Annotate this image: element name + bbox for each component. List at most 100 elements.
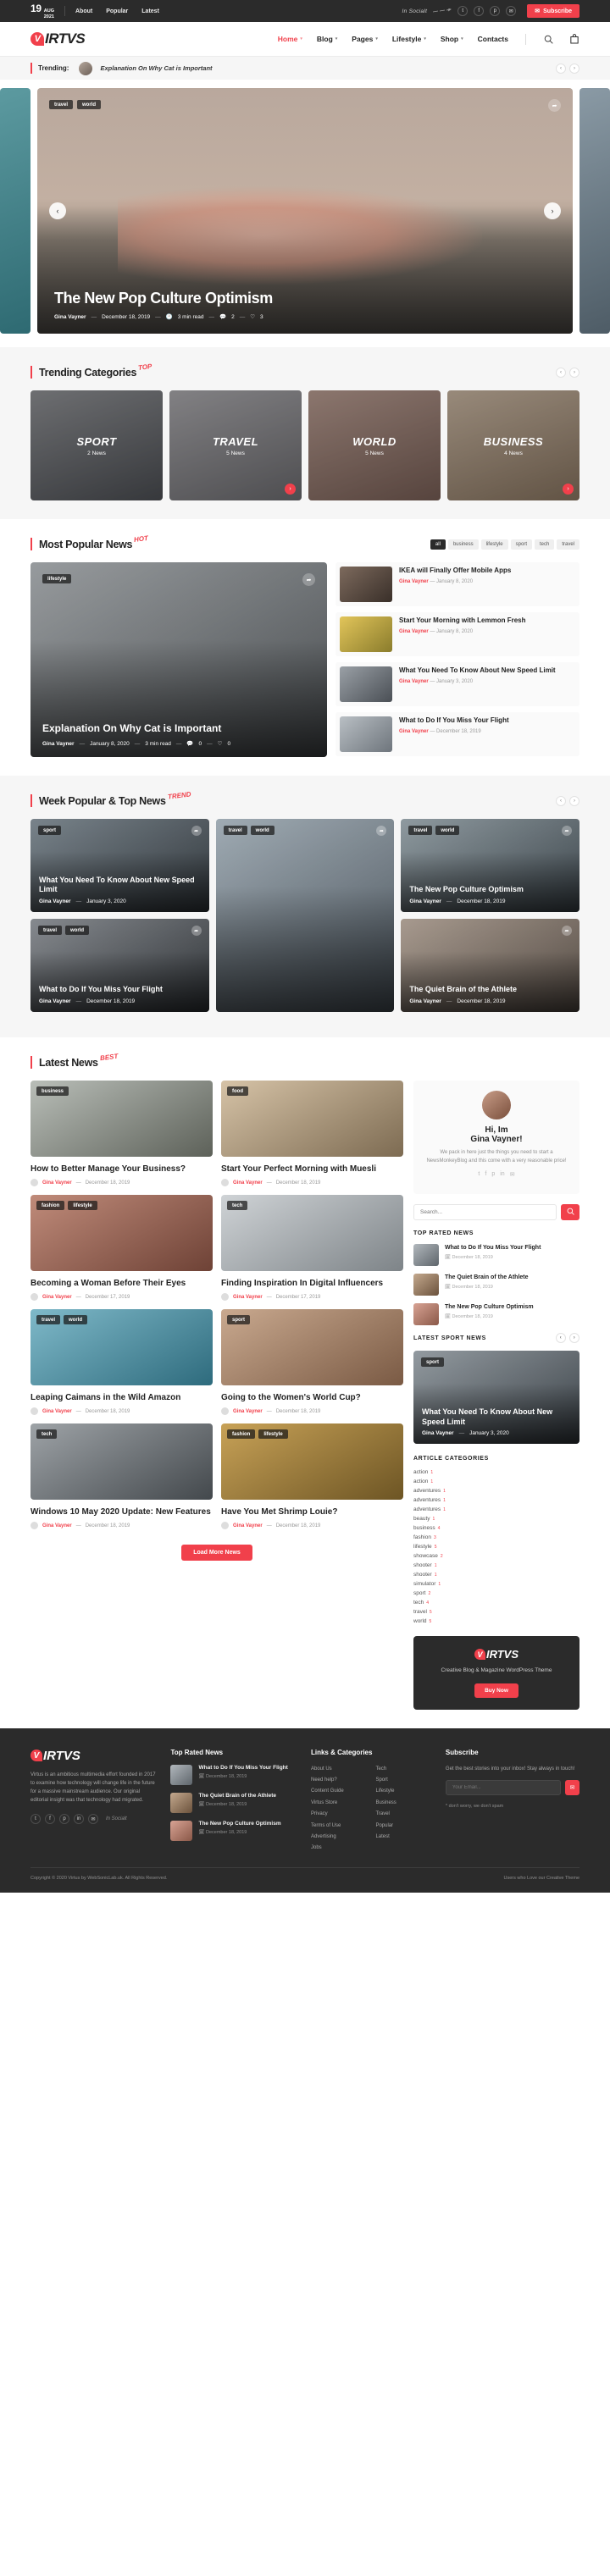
top-link-about[interactable]: About xyxy=(75,8,92,14)
week-card-pop-culture[interactable]: travel world ➦ The New Pop Culture Optimi… xyxy=(401,819,580,912)
post-title[interactable]: Start Your Perfect Morning with Muesli xyxy=(221,1164,403,1175)
tab-lifestyle[interactable]: lifestyle xyxy=(480,539,508,550)
tag[interactable]: sport xyxy=(421,1357,444,1368)
pinterest-icon[interactable]: p xyxy=(490,6,501,16)
category-card-business[interactable]: BUSINESS 4 News › xyxy=(447,390,580,500)
hero-author[interactable]: Gina Vayner xyxy=(54,314,86,320)
footer-link[interactable]: Virtus Store xyxy=(311,1799,369,1808)
post-title[interactable]: Becoming a Woman Before Their Eyes xyxy=(30,1278,213,1289)
tag[interactable]: travel xyxy=(223,826,247,835)
footer-link[interactable]: Travel xyxy=(375,1810,433,1819)
cart-icon[interactable] xyxy=(568,34,580,45)
item-author[interactable]: Gina Vayner xyxy=(399,729,429,734)
tab-sport[interactable]: sport xyxy=(510,539,532,550)
footer-link[interactable]: Need help? xyxy=(311,1776,369,1785)
tag[interactable]: business xyxy=(36,1086,69,1096)
post-author[interactable]: Gina Vayner xyxy=(233,1295,263,1300)
category-row[interactable]: tech 4 xyxy=(413,1600,580,1606)
footer-link[interactable]: Lifestyle xyxy=(375,1787,433,1796)
post-card[interactable]: tech Finding Inspiration In Digital Infl… xyxy=(221,1195,403,1301)
post-title[interactable]: Leaping Caimans in the Wild Amazon xyxy=(30,1392,213,1403)
sport-prev-button[interactable]: ‹ xyxy=(556,1333,566,1344)
card-title[interactable]: The Quiet Brain of the Athlete xyxy=(409,985,571,995)
twitter-icon[interactable]: t xyxy=(30,1814,41,1825)
hero-title[interactable]: The New Pop Culture Optimism xyxy=(54,290,556,307)
category-row[interactable]: shooter 1 xyxy=(413,1562,580,1568)
tag[interactable]: travel xyxy=(36,1315,61,1324)
category-card-sport[interactable]: SPORT 2 News xyxy=(30,390,163,500)
footer-link[interactable]: Popular xyxy=(375,1821,433,1831)
tag[interactable]: food xyxy=(227,1086,248,1096)
tag[interactable]: lifestyle xyxy=(258,1429,288,1439)
facebook-icon[interactable]: f xyxy=(485,1171,486,1178)
footer-link[interactable]: Business xyxy=(375,1799,433,1808)
nav-item-shop[interactable]: Shop ▾ xyxy=(441,35,463,43)
hero-tag-world[interactable]: world xyxy=(77,100,102,109)
category-row[interactable]: showcase 2 xyxy=(413,1553,580,1559)
site-logo[interactable]: V IRTVS xyxy=(30,30,86,47)
nav-item-home[interactable]: Home ▾ xyxy=(278,35,302,43)
footer-link[interactable]: Tech xyxy=(375,1765,433,1774)
post-card[interactable]: fashion lifestyle Becoming a Woman Before… xyxy=(30,1195,213,1301)
post-title[interactable]: Have You Met Shrimp Louie? xyxy=(221,1506,403,1517)
tag[interactable]: lifestyle xyxy=(68,1201,97,1210)
tag[interactable]: fashion xyxy=(36,1201,65,1210)
card-title[interactable]: What You Need To Know About New Speed Li… xyxy=(422,1407,571,1427)
post-author[interactable]: Gina Vayner xyxy=(42,1409,72,1414)
item-title[interactable]: The Quiet Brain of the Athlete xyxy=(198,1793,276,1800)
top-link-popular[interactable]: Popular xyxy=(106,8,128,14)
share-icon[interactable]: ➦ xyxy=(191,926,202,936)
feature-author[interactable]: Gina Vayner xyxy=(42,741,75,747)
card-author[interactable]: Gina Vayner xyxy=(39,898,71,904)
post-title[interactable]: Going to the Women's World Cup? xyxy=(221,1392,403,1403)
category-row[interactable]: sport 2 xyxy=(413,1590,580,1596)
card-author[interactable]: Gina Vayner xyxy=(409,898,441,904)
trending-next-button[interactable]: › xyxy=(569,63,580,74)
hero-next-button[interactable]: › xyxy=(544,202,561,219)
share-icon[interactable]: ➦ xyxy=(562,826,572,836)
post-author[interactable]: Gina Vayner xyxy=(42,1295,72,1300)
post-card[interactable]: tech Windows 10 May 2020 Update: New Fea… xyxy=(30,1423,213,1529)
card-author[interactable]: Gina Vayner xyxy=(422,1430,454,1436)
facebook-icon[interactable]: f xyxy=(474,6,485,16)
list-item[interactable]: Start Your Morning with Lemmon Fresh Gin… xyxy=(336,612,580,656)
pinterest-icon[interactable]: p xyxy=(59,1814,69,1825)
tag[interactable]: travel xyxy=(408,826,433,835)
card-title[interactable]: The New Pop Culture Optimism xyxy=(409,885,571,895)
post-title[interactable]: Windows 10 May 2020 Update: New Features xyxy=(30,1506,213,1517)
tag[interactable]: fashion xyxy=(227,1429,256,1439)
category-row[interactable]: business 4 xyxy=(413,1525,580,1531)
post-card[interactable]: travel world Leaping Caimans in the Wild … xyxy=(30,1309,213,1415)
search-button[interactable] xyxy=(561,1204,580,1221)
share-icon[interactable]: ➦ xyxy=(191,826,202,836)
item-author[interactable]: Gina Vayner xyxy=(399,629,429,634)
tag[interactable]: travel xyxy=(38,926,63,935)
item-title[interactable]: The New Pop Culture Optimism xyxy=(198,1821,280,1828)
tag[interactable]: world xyxy=(65,926,90,935)
category-row[interactable]: shooter 1 xyxy=(413,1572,580,1578)
instagram-icon[interactable]: in xyxy=(500,1171,504,1178)
card-author[interactable]: Gina Vayner xyxy=(39,998,71,1004)
post-author[interactable]: Gina Vayner xyxy=(233,1523,263,1528)
post-author[interactable]: Gina Vayner xyxy=(233,1409,263,1414)
tag[interactable]: tech xyxy=(36,1429,58,1439)
category-row[interactable]: fashion 3 xyxy=(413,1534,580,1540)
footer-link[interactable]: About Us xyxy=(311,1765,369,1774)
footer-link[interactable]: Jobs xyxy=(311,1844,369,1853)
footer-link[interactable]: Sport xyxy=(375,1776,433,1785)
subscribe-submit-button[interactable]: ✉ xyxy=(565,1779,580,1795)
item-title[interactable]: What to Do If You Miss Your Flight xyxy=(445,1244,541,1252)
nav-item-blog[interactable]: Blog ▾ xyxy=(317,35,337,43)
card-title[interactable]: What to Do If You Miss Your Flight xyxy=(39,985,201,995)
tab-all[interactable]: all xyxy=(430,539,446,550)
item-author[interactable]: Gina Vayner xyxy=(399,679,429,684)
item-title[interactable]: What You Need To Know About New Speed Li… xyxy=(399,666,556,676)
week-card-miss-flight[interactable]: travel world ➦ What to Do If You Miss You… xyxy=(30,919,209,1012)
categories-prev-button[interactable]: ‹ xyxy=(556,367,566,378)
email-field[interactable] xyxy=(445,1779,562,1795)
tab-travel[interactable]: travel xyxy=(557,539,580,550)
week-card-athlete[interactable]: ➦ The Quiet Brain of the Athlete Gina Va… xyxy=(401,919,580,1012)
instagram-icon[interactable]: in xyxy=(74,1814,84,1825)
tag[interactable]: sport xyxy=(38,826,61,835)
post-card[interactable]: food Start Your Perfect Morning with Mue… xyxy=(221,1081,403,1186)
